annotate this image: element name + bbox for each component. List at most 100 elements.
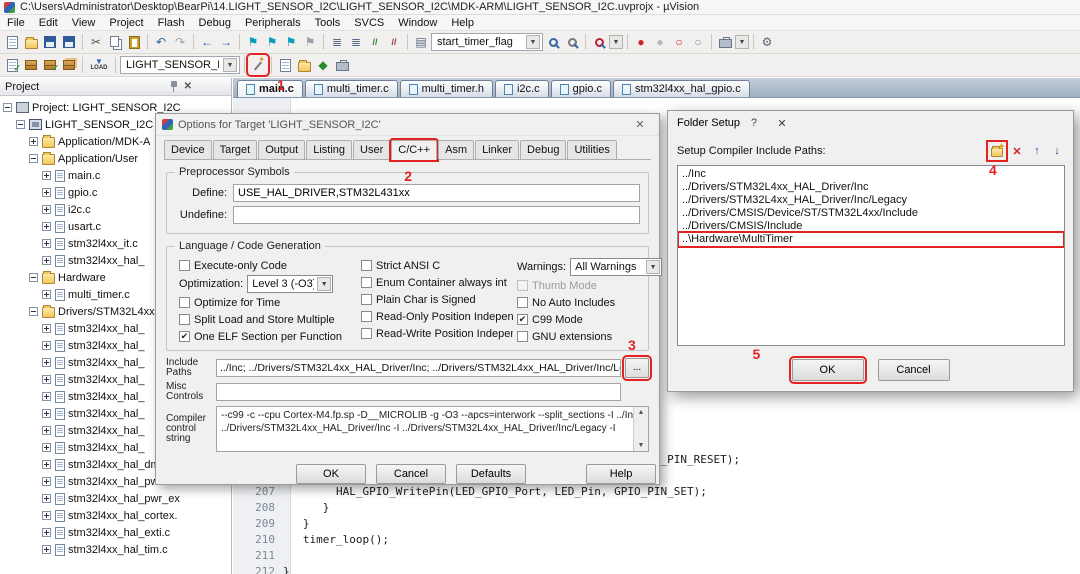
checkbox[interactable]: Optimize for Time — [179, 294, 357, 311]
find-icon[interactable] — [544, 33, 562, 51]
redo-icon[interactable]: ↷ — [171, 33, 189, 51]
tree-expander-icon[interactable] — [42, 545, 51, 554]
tree-expander-icon[interactable] — [42, 460, 51, 469]
help-button[interactable]: Help — [586, 464, 656, 484]
options-tab[interactable]: User — [353, 140, 391, 159]
checkbox[interactable]: Plain Char is Signed — [361, 291, 513, 308]
paste-icon[interactable] — [125, 33, 143, 51]
cancel-button[interactable]: Cancel — [376, 464, 446, 484]
editor-tab[interactable]: stm32l4xx_hal_gpio.c — [612, 80, 750, 97]
navigate-back-icon[interactable]: ← — [198, 33, 216, 51]
options-tab[interactable]: Target — [212, 140, 258, 159]
checkbox[interactable]: Split Load and Store Multiple — [179, 311, 357, 328]
undefine-input[interactable] — [233, 206, 640, 224]
ok-button[interactable]: OK — [296, 464, 366, 484]
editor-tab[interactable]: multi_timer.h — [399, 80, 493, 97]
include-path-item[interactable]: ../Drivers/STM32L4xx_HAL_Driver/Inc — [679, 181, 1063, 194]
menu-item[interactable]: Flash — [151, 16, 192, 30]
menu-item[interactable]: View — [65, 16, 103, 30]
tree-expander-icon[interactable] — [42, 443, 51, 452]
checkbox[interactable]: Read-Only Position Independent — [361, 308, 513, 325]
tree-item[interactable]: stm32l4xx_hal_pwr_ex — [0, 490, 231, 507]
editor-tab[interactable]: main.c — [237, 80, 303, 97]
cancel-button[interactable]: Cancel — [877, 359, 950, 381]
options-tab[interactable]: Listing — [306, 140, 353, 159]
editor-tab[interactable]: i2c.c — [494, 80, 549, 97]
tree-expander-icon[interactable] — [42, 511, 51, 520]
tree-expander-icon[interactable] — [42, 409, 51, 418]
include-path-item[interactable]: ../Drivers/STM32L4xx_HAL_Driver/Inc/Lega… — [679, 194, 1063, 207]
copy-icon[interactable] — [106, 33, 124, 51]
delete-path-icon[interactable]: ✕ — [1009, 143, 1025, 159]
checkbox[interactable]: One ELF Section per Function — [179, 328, 357, 345]
include-paths-browse-button[interactable]: ... 3 — [622, 337, 652, 381]
rebuild-all-icon[interactable]: ✓ — [41, 56, 59, 74]
tree-expander-icon[interactable] — [42, 494, 51, 503]
navigate-forward-icon[interactable]: → — [217, 33, 235, 51]
outdent-icon[interactable]: ≣ — [328, 33, 346, 51]
debug-windows-icon[interactable] — [716, 33, 734, 51]
target-select[interactable]: LIGHT_SENSOR_I2C ▼ — [120, 56, 240, 74]
tree-expander-icon[interactable] — [29, 273, 38, 282]
menu-item[interactable]: Window — [391, 16, 444, 30]
options-for-target-icon[interactable]: 1 — [246, 53, 285, 93]
options-tab[interactable]: Device — [164, 140, 212, 159]
chevron-down-icon[interactable]: ▼ — [526, 35, 540, 49]
close-icon[interactable]: ✕ — [627, 118, 653, 131]
cut-icon[interactable]: ✂ — [87, 33, 105, 51]
tree-expander-icon[interactable] — [16, 120, 25, 129]
comment-icon[interactable]: // — [366, 33, 384, 51]
scrollbar[interactable]: ▲ ▼ — [633, 407, 648, 451]
tree-expander-icon[interactable] — [29, 307, 38, 316]
bookmark-prev-icon[interactable]: ⚑ — [263, 33, 281, 51]
breakpoint-disable-all-icon[interactable]: ○ — [670, 33, 688, 51]
include-path-item[interactable]: ../Inc — [679, 168, 1063, 181]
tree-expander-icon[interactable] — [42, 256, 51, 265]
menu-item[interactable]: Debug — [192, 16, 238, 30]
checkbox[interactable]: Enum Container always int — [361, 274, 513, 291]
checkbox[interactable]: C99 Mode — [517, 311, 662, 328]
include-path-item[interactable]: ..\Hardware\MultiTimer — [678, 231, 1064, 248]
tree-expander-icon[interactable] — [42, 290, 51, 299]
new-file-icon[interactable] — [3, 33, 21, 51]
batch-build-icon[interactable] — [60, 56, 78, 74]
close-icon[interactable]: ✕ — [768, 113, 796, 133]
options-tab[interactable]: C/C++ 2 — [389, 138, 440, 184]
tree-expander-icon[interactable] — [42, 222, 51, 231]
find-in-files-icon[interactable] — [563, 33, 581, 51]
define-input[interactable] — [233, 184, 640, 202]
defaults-button[interactable]: Defaults — [456, 464, 526, 484]
tree-expander-icon[interactable] — [42, 188, 51, 197]
build-icon[interactable] — [22, 56, 40, 74]
save-icon[interactable] — [41, 33, 59, 51]
breakpoint-kill-all-icon[interactable]: ○ — [689, 33, 707, 51]
tree-expander-icon[interactable] — [42, 341, 51, 350]
menu-item[interactable]: Peripherals — [238, 16, 308, 30]
misc-controls-input[interactable] — [216, 383, 621, 401]
save-all-icon[interactable] — [60, 33, 78, 51]
options-tab[interactable]: Output — [258, 140, 306, 159]
zoom-menu-chevron-icon[interactable]: ▼ — [609, 35, 623, 49]
options-tab[interactable]: Asm — [438, 140, 475, 159]
move-down-icon[interactable]: ↓ — [1049, 143, 1065, 159]
manage-project-items-icon[interactable] — [295, 56, 313, 74]
search-input[interactable]: start_timer_flag ▼ — [431, 33, 543, 51]
tree-expander-icon[interactable] — [42, 239, 51, 248]
include-paths-input[interactable]: ../Inc; ../Drivers/STM32L4xx_HAL_Driver/… — [216, 359, 621, 377]
optimization-select[interactable]: Level 3 (-O3) ▼ — [247, 275, 334, 293]
checkbox[interactable]: GNU extensions — [517, 328, 662, 345]
include-path-item[interactable]: ../Drivers/CMSIS/Device/ST/STM32L4xx/Inc… — [679, 207, 1063, 220]
help-icon[interactable]: ? — [740, 113, 768, 133]
manage-rte-icon[interactable]: ◆ — [314, 56, 332, 74]
open-file-icon[interactable] — [22, 33, 40, 51]
breakpoint-insert-icon[interactable]: ● — [632, 33, 650, 51]
chevron-down-icon[interactable]: ▼ — [223, 58, 237, 72]
menu-item[interactable]: SVCS — [347, 16, 391, 30]
tree-expander-icon[interactable] — [42, 375, 51, 384]
tree-expander-icon[interactable] — [3, 103, 12, 112]
bookmark-next-icon[interactable]: ⚑ — [282, 33, 300, 51]
checkbox[interactable]: Thumb Mode — [517, 277, 662, 294]
uncomment-icon[interactable]: // — [385, 33, 403, 51]
breakpoint-enable-icon[interactable]: ● — [651, 33, 669, 51]
tree-expander-icon[interactable] — [42, 426, 51, 435]
